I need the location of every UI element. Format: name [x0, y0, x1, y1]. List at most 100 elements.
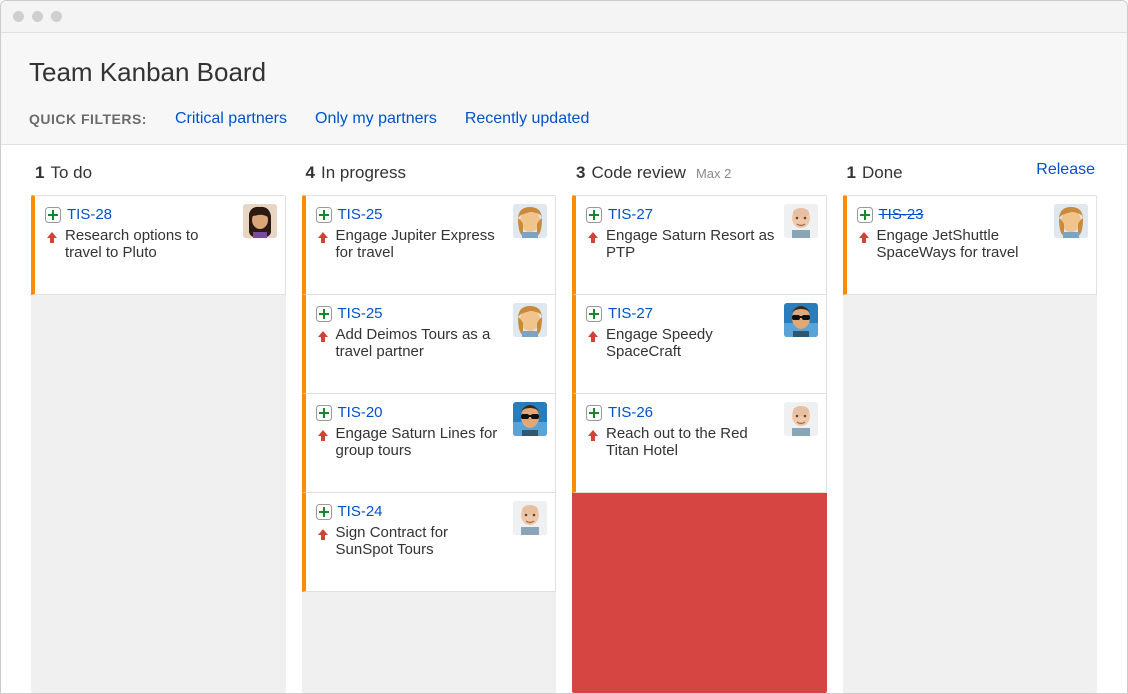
issue-card[interactable]: TIS-20 Engage Saturn Lines for group tour…	[302, 393, 557, 493]
issue-card[interactable]: TIS-25 Engage Jupiter Express for travel	[302, 195, 557, 295]
issue-card[interactable]: TIS-27 Engage Saturn Resort as PTP	[572, 195, 827, 295]
priority-up-icon	[45, 230, 59, 244]
column-limit: Max 2	[696, 166, 731, 181]
minimize-dot[interactable]	[32, 11, 43, 22]
column-count: 3	[576, 163, 585, 183]
board-title: Team Kanban Board	[29, 57, 1099, 88]
issue-summary: Research options to travel to Pluto	[65, 227, 235, 261]
issue-type-icon	[586, 405, 602, 421]
issue-key[interactable]: TIS-27	[608, 305, 653, 322]
assignee-avatar[interactable]	[243, 204, 277, 238]
issue-key[interactable]: TIS-27	[608, 206, 653, 223]
column-body[interactable]: TIS-27 Engage Saturn Resort as PTP TIS-27 E…	[572, 195, 827, 693]
card-header: TIS-20	[316, 404, 546, 421]
filter-only-my-partners[interactable]: Only my partners	[315, 110, 437, 128]
assignee-avatar[interactable]	[784, 204, 818, 238]
issue-key[interactable]: TIS-25	[338, 206, 383, 223]
column-name: To do	[50, 163, 92, 183]
issue-type-icon	[586, 306, 602, 322]
issue-key[interactable]: TIS-26	[608, 404, 653, 421]
assignee-avatar[interactable]	[784, 402, 818, 436]
quick-filters-label: QUICK FILTERS:	[29, 111, 147, 127]
assignee-avatar[interactable]	[784, 303, 818, 337]
issue-type-icon	[586, 207, 602, 223]
column-body[interactable]: TIS-23 Engage JetShuttle SpaceWays for tr…	[843, 195, 1098, 693]
close-dot[interactable]	[13, 11, 24, 22]
issue-key[interactable]: TIS-20	[338, 404, 383, 421]
card-header: TIS-23	[857, 206, 1087, 223]
assignee-avatar[interactable]	[513, 501, 547, 535]
app-window: Team Kanban Board QUICK FILTERS: Critica…	[0, 0, 1128, 694]
column: 1 To do TIS-28 Research options to travel t…	[23, 163, 294, 693]
column: 3Code reviewMax 2 TIS-27 Engage Saturn Res…	[564, 163, 835, 693]
card-body: Engage Saturn Lines for group tours	[316, 425, 546, 459]
column-count: 1	[35, 163, 44, 183]
priority-up-icon	[586, 428, 600, 442]
issue-key[interactable]: TIS-25	[338, 305, 383, 322]
window-controls	[13, 11, 62, 22]
assignee-avatar[interactable]	[513, 303, 547, 337]
priority-up-icon	[586, 230, 600, 244]
column-count: 1	[847, 163, 856, 183]
card-header: TIS-27	[586, 206, 816, 223]
issue-summary: Sign Contract for SunSpot Tours	[336, 524, 506, 558]
issue-summary: Engage Saturn Lines for group tours	[336, 425, 506, 459]
column-body[interactable]: TIS-28 Research options to travel to Plut…	[31, 195, 286, 693]
card-body: Add Deimos Tours as a travel partner	[316, 326, 546, 360]
issue-summary: Engage Saturn Resort as PTP	[606, 227, 776, 261]
priority-up-icon	[857, 230, 871, 244]
issue-summary: Add Deimos Tours as a travel partner	[336, 326, 506, 360]
issue-key[interactable]: TIS-24	[338, 503, 383, 520]
card-body: Research options to travel to Pluto	[45, 227, 275, 261]
priority-up-icon	[316, 329, 330, 343]
priority-up-icon	[316, 527, 330, 541]
card-body: Sign Contract for SunSpot Tours	[316, 524, 546, 558]
priority-up-icon	[316, 428, 330, 442]
card-body: Engage Speedy SpaceCraft	[586, 326, 816, 360]
column-header: 4 In progress	[302, 163, 557, 183]
issue-card[interactable]: TIS-27 Engage Speedy SpaceCraft	[572, 294, 827, 394]
board-header: Team Kanban Board QUICK FILTERS: Critica…	[1, 33, 1127, 145]
issue-type-icon	[316, 306, 332, 322]
assignee-avatar[interactable]	[513, 402, 547, 436]
issue-card[interactable]: TIS-24 Sign Contract for SunSpot Tours	[302, 492, 557, 592]
column-header: 3Code reviewMax 2	[572, 163, 827, 183]
issue-type-icon	[316, 207, 332, 223]
issue-key[interactable]: TIS-28	[67, 206, 112, 223]
issue-card[interactable]: TIS-26 Reach out to the Red Titan Hotel	[572, 393, 827, 493]
issue-card[interactable]: TIS-28 Research options to travel to Plut…	[31, 195, 286, 295]
card-header: TIS-28	[45, 206, 275, 223]
column-body[interactable]: TIS-25Engage Jupiter Express for travelT…	[302, 195, 557, 693]
card-header: TIS-24	[316, 503, 546, 520]
filter-recently-updated[interactable]: Recently updated	[465, 110, 590, 128]
card-body: Engage Saturn Resort as PTP	[586, 227, 816, 261]
card-body: Engage Jupiter Express for travel	[316, 227, 546, 261]
column: 1 Done TIS-23 Engage JetShuttle SpaceWays f…	[835, 163, 1106, 693]
assignee-avatar[interactable]	[1054, 204, 1088, 238]
assignee-avatar[interactable]	[513, 204, 547, 238]
column-header: 1 To do	[31, 163, 286, 183]
issue-summary: Engage Jupiter Express for travel	[336, 227, 506, 261]
column-name: Done	[862, 163, 903, 183]
priority-up-icon	[316, 230, 330, 244]
column-name: In progress	[321, 163, 406, 183]
card-body: Reach out to the Red Titan Hotel	[586, 425, 816, 459]
card-header: TIS-25	[316, 305, 546, 322]
issue-card[interactable]: TIS-23 Engage JetShuttle SpaceWays for tr…	[843, 195, 1098, 295]
issue-card[interactable]: TIS-25 Add Deimos Tours as a travel partn…	[302, 294, 557, 394]
issue-key[interactable]: TIS-23	[879, 206, 924, 223]
window-titlebar	[1, 1, 1127, 33]
card-header: TIS-26	[586, 404, 816, 421]
issue-type-icon	[45, 207, 61, 223]
zoom-dot[interactable]	[51, 11, 62, 22]
filter-critical-partners[interactable]: Critical partners	[175, 110, 287, 128]
issue-type-icon	[316, 405, 332, 421]
priority-up-icon	[586, 329, 600, 343]
issue-summary: Reach out to the Red Titan Hotel	[606, 425, 776, 459]
card-body: Engage JetShuttle SpaceWays for travel	[857, 227, 1087, 261]
column: 4 In progress TIS-25 Engage Jupiter Express…	[294, 163, 565, 693]
release-link[interactable]: Release	[1036, 161, 1095, 179]
issue-summary: Engage Speedy SpaceCraft	[606, 326, 776, 360]
column-count: 4	[306, 163, 315, 183]
quick-filters-bar: QUICK FILTERS: Critical partners Only my…	[29, 110, 1099, 128]
